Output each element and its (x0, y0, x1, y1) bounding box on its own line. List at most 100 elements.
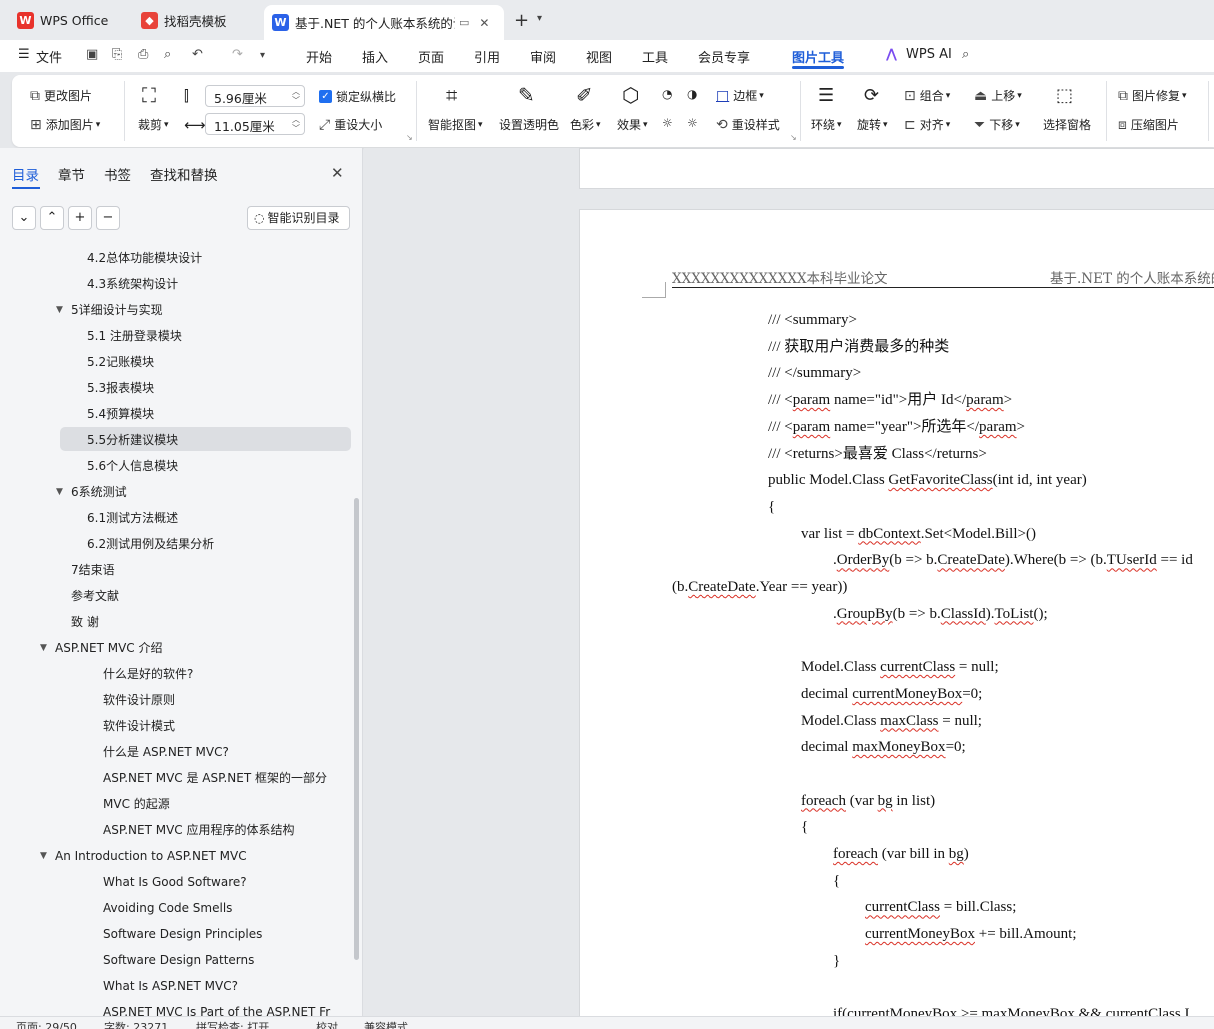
menu-tools[interactable]: 工具 (642, 47, 668, 66)
undo-icon[interactable]: ↶ (192, 47, 203, 62)
toc-item[interactable]: Avoiding Code Smells (103, 896, 232, 920)
spell-check-status[interactable]: 拼写检查: 打开 (196, 1019, 269, 1029)
toc-item[interactable]: 6系统测试 (71, 480, 127, 504)
toc-item[interactable]: 软件设计原则 (103, 688, 175, 712)
toc-item[interactable]: 参考文献 (71, 584, 119, 608)
toc-item[interactable]: ASP.NET MVC 应用程序的体系结构 (103, 818, 294, 842)
expand-up-button[interactable]: ⌃ (40, 206, 64, 230)
expand-icon[interactable]: ↘ (790, 133, 797, 142)
menu-page[interactable]: 页面 (418, 47, 444, 66)
tab-wps-office[interactable]: W WPS Office (5, 6, 123, 35)
send-backward-button[interactable]: ⏷ 下移 ▾ (974, 116, 1020, 133)
selection-pane-button[interactable]: 选择窗格 (1043, 116, 1091, 133)
tab-document[interactable]: W 基于.NET 的个人账本系统的设 ▭ ✕ (264, 5, 504, 40)
add-heading-button[interactable]: + (68, 206, 92, 230)
expand-icon[interactable]: ↘ (406, 133, 413, 142)
toc-item[interactable]: 5.5分析建议模块 (87, 428, 178, 452)
contrast-icon[interactable]: ◑ (687, 87, 697, 101)
smart-toc-button[interactable]: ◌ 智能识别目录 (247, 206, 350, 230)
sun-icon[interactable]: ☼ (662, 116, 673, 130)
toc-item[interactable]: ASP.NET MVC 介绍 (55, 636, 162, 660)
hamburger-icon[interactable]: ☰ (18, 47, 30, 62)
menu-picture-tools[interactable]: 图片工具 (792, 47, 844, 66)
close-icon[interactable]: ✕ (331, 164, 344, 182)
height-input[interactable]: 11.05厘米 ︿ ﹀ (205, 113, 305, 135)
group-button[interactable]: ⊡ 组合 ▾ (904, 87, 950, 104)
toc-item[interactable]: What Is ASP.NET MVC? (103, 974, 238, 998)
rotate-button[interactable]: 旋转 ▾ (857, 116, 888, 133)
caret-down-icon[interactable]: ▼ (40, 643, 47, 653)
print-preview-icon[interactable]: ⌕ (164, 47, 171, 62)
toc-item[interactable]: Software Design Patterns (103, 948, 254, 972)
scrollbar[interactable] (354, 498, 359, 960)
crop-button[interactable]: 裁剪 ▾ (138, 116, 169, 133)
effect-button[interactable]: 效果 ▾ (617, 116, 648, 133)
toc-item[interactable]: Software Design Principles (103, 922, 262, 946)
reset-style-button[interactable]: ⟲ 重设样式 (716, 116, 780, 133)
spin-arrows-icon[interactable]: ︿ ﹀ (292, 87, 300, 105)
color-button[interactable]: 色彩 ▾ (570, 116, 601, 133)
compress-picture-button[interactable]: ⧈ 压缩图片 (1118, 116, 1179, 133)
close-tab-icon[interactable]: ✕ (479, 16, 489, 30)
toc-item[interactable]: 5.3报表模块 (87, 376, 154, 400)
menu-insert[interactable]: 插入 (362, 47, 388, 66)
save-icon[interactable]: ▣ (86, 47, 98, 62)
tab-sections[interactable]: 章节 (58, 164, 85, 184)
resize-button[interactable]: ⤢ 重设大小 (319, 116, 382, 133)
collapse-all-button[interactable]: ⌄ (12, 206, 36, 230)
search-icon[interactable]: ⌕ (962, 47, 969, 62)
redo-icon[interactable]: ↷ (232, 47, 243, 62)
toc-item[interactable]: An Introduction to ASP.NET MVC (55, 844, 247, 868)
export-icon[interactable]: ⎘ (112, 47, 122, 62)
proofread-button[interactable]: 校对 (316, 1019, 338, 1029)
menu-member[interactable]: 会员专享 (698, 47, 750, 66)
menu-reference[interactable]: 引用 (474, 47, 500, 66)
menu-file[interactable]: 文件 (36, 47, 62, 66)
bring-forward-button[interactable]: ⏏ 上移 ▾ (974, 87, 1022, 104)
picture-repair-button[interactable]: ⧉ 图片修复 ▾ (1118, 87, 1187, 104)
brightness-icon[interactable]: ◔ (662, 87, 672, 101)
word-count[interactable]: 字数: 23271 (104, 1019, 168, 1029)
change-picture-button[interactable]: ⧉ 更改图片 (30, 87, 92, 104)
toc-item[interactable]: 5.6个人信息模块 (87, 454, 178, 478)
tab-find-replace[interactable]: 查找和替换 (150, 164, 218, 184)
align-button[interactable]: ⊏ 对齐 ▾ (904, 116, 950, 133)
toc-item[interactable]: 4.3系统架构设计 (87, 272, 178, 296)
spin-arrows-icon[interactable]: ︿ ﹀ (292, 115, 300, 133)
width-input[interactable]: 5.96厘米 ︿ ﹀ (205, 85, 305, 107)
toc-item[interactable]: 5详细设计与实现 (71, 298, 163, 322)
toc-item[interactable]: 5.1 注册登录模块 (87, 324, 182, 348)
lock-ratio-checkbox[interactable]: ✓ 锁定纵横比 (319, 88, 396, 105)
toc-item[interactable]: MVC 的起源 (103, 792, 170, 816)
tab-docer[interactable]: ◆ 找稻壳模板 (129, 6, 259, 35)
crop-icon[interactable]: ⛶ (142, 83, 156, 107)
tab-toc[interactable]: 目录 (12, 164, 39, 184)
menu-wps-ai[interactable]: WPS AI (906, 47, 952, 62)
chevron-down-icon[interactable]: ▾ (260, 50, 265, 61)
toc-item[interactable]: 6.1测试方法概述 (87, 506, 178, 530)
toc-item[interactable]: ASP.NET MVC Is Part of the ASP.NET Fr (103, 1000, 330, 1016)
caret-down-icon[interactable]: ▼ (56, 487, 63, 497)
new-tab-icon[interactable]: + (514, 10, 529, 31)
smart-cutout-button[interactable]: 智能抠图 ▾ (428, 116, 483, 133)
toc-item[interactable]: 5.2记账模块 (87, 350, 154, 374)
toc-item[interactable]: ASP.NET MVC 是 ASP.NET 框架的一部分 (103, 766, 327, 790)
set-transparent-button[interactable]: 设置透明色 (499, 116, 559, 133)
caret-down-icon[interactable]: ▼ (56, 305, 63, 315)
toc-item[interactable]: 什么是 ASP.NET MVC? (103, 740, 229, 764)
toc-item[interactable]: 5.4预算模块 (87, 402, 154, 426)
toc-item[interactable]: 4.2总体功能模块设计 (87, 246, 202, 270)
menu-view[interactable]: 视图 (586, 47, 612, 66)
toc-item[interactable]: 软件设计模式 (103, 714, 175, 738)
chevron-down-icon[interactable]: ▾ (537, 13, 542, 24)
toc-item[interactable]: 致 谢 (71, 610, 99, 634)
border-button[interactable]: □ 边框 ▾ (716, 87, 764, 104)
caret-down-icon[interactable]: ▼ (40, 851, 47, 861)
wrap-button[interactable]: 环绕 ▾ (811, 116, 842, 133)
sun-dim-icon[interactable]: ☼ (687, 116, 698, 130)
toc-item[interactable]: 7结束语 (71, 558, 115, 582)
toc-item[interactable]: 什么是好的软件? (103, 662, 193, 686)
add-picture-button[interactable]: ⊞ 添加图片 ▾ (30, 116, 100, 133)
toc-item[interactable]: What Is Good Software? (103, 870, 247, 894)
remove-heading-button[interactable]: − (96, 206, 120, 230)
